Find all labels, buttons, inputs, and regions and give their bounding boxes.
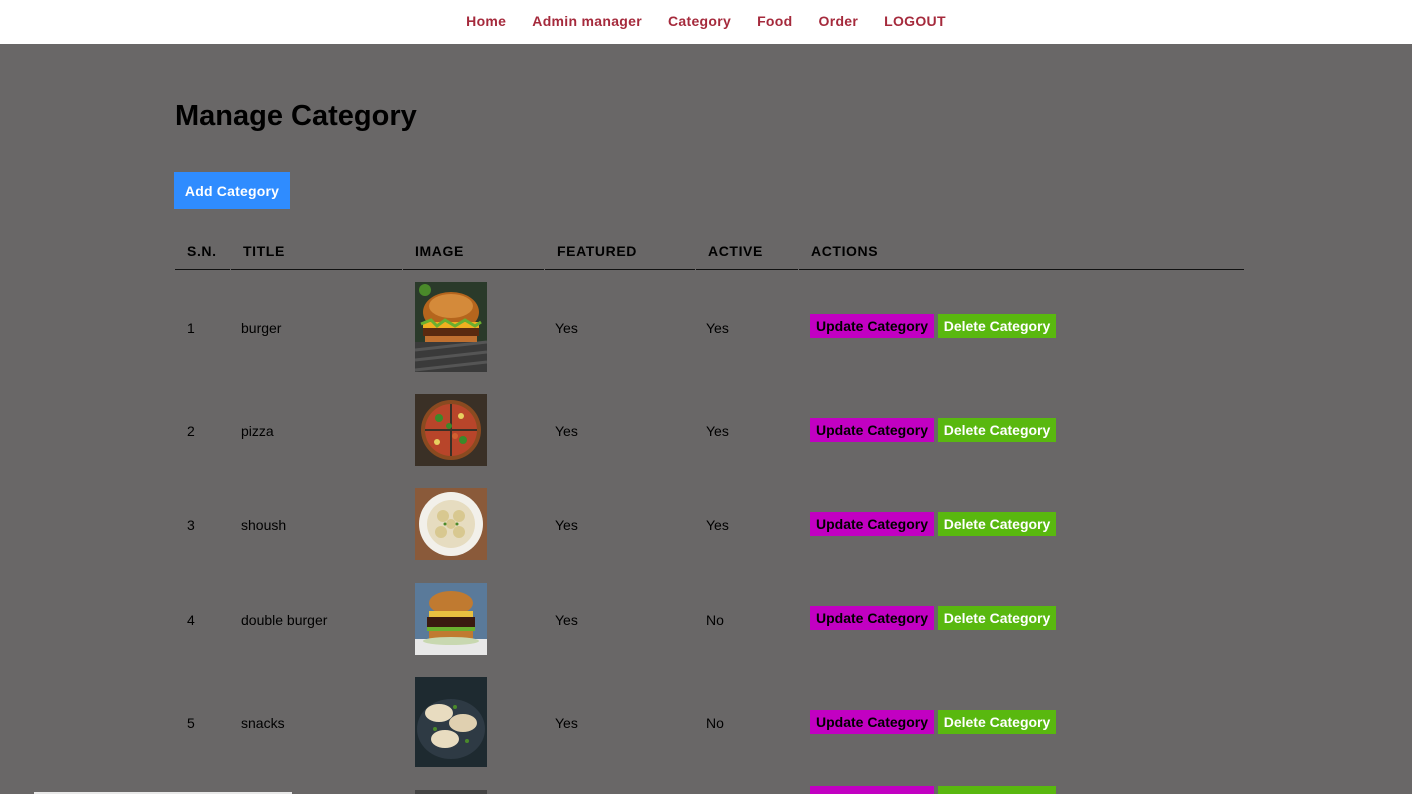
row-sn: 3 [187,517,195,533]
row-sn: 2 [187,423,195,439]
momo-snacks-image [415,677,487,767]
nav-food-link[interactable]: Food [757,13,792,29]
column-header-actions: ACTIONS [799,240,1244,270]
row-featured: Yes [555,320,578,336]
dumplings-plate-image [415,488,487,560]
column-header-image: IMAGE [403,240,544,270]
pizza-image [415,394,487,466]
delete-category-button[interactable]: Delete Category [938,710,1056,734]
row-sn: 5 [187,715,195,731]
table-row-partial [175,786,1244,794]
row-title: shoush [241,517,287,533]
update-category-button[interactable]: Update Category [810,710,934,734]
partial-update-button[interactable] [810,786,934,794]
row-active: No [706,612,724,628]
row-active: Yes [706,423,729,439]
nav-home-link[interactable]: Home [466,13,506,29]
row-sn: 4 [187,612,195,628]
delete-category-button[interactable]: Delete Category [938,512,1056,536]
table-header: S.N. TITLE IMAGE FEATURED ACTIVE ACTIONS [175,240,1244,270]
nav-admin-manager-link[interactable]: Admin manager [532,13,642,29]
row-featured: Yes [555,517,578,533]
row-featured: Yes [555,612,578,628]
partial-delete-button[interactable] [938,786,1056,794]
column-header-active: ACTIVE [696,240,798,270]
table-row: 4 double burger Yes No Update Category D… [175,583,1244,655]
nav-logout-link[interactable]: LOGOUT [884,13,946,29]
table-row: 5 snacks Yes No Update Category Delete C… [175,677,1244,767]
update-category-button[interactable]: Update Category [810,606,934,630]
row-featured: Yes [555,715,578,731]
row-sn: 1 [187,320,195,336]
row-title: snacks [241,715,285,731]
update-category-button[interactable]: Update Category [810,418,934,442]
page-title: Manage Category [175,100,417,132]
update-category-button[interactable]: Update Category [810,314,934,338]
nav-category-link[interactable]: Category [668,13,731,29]
burger-image [415,282,487,372]
add-category-button[interactable]: Add Category [174,172,290,209]
delete-category-button[interactable]: Delete Category [938,418,1056,442]
table-row: 3 shoush Yes Yes Update Category Delete … [175,488,1244,560]
column-header-title: TITLE [231,240,402,270]
top-navbar: Home Admin manager Category Food Order L… [0,0,1412,44]
column-header-sn: S.N. [175,240,230,270]
double-burger-image [415,583,487,655]
row-title: burger [241,320,282,336]
delete-category-button[interactable]: Delete Category [938,314,1056,338]
row-active: Yes [706,320,729,336]
row-active: No [706,715,724,731]
partial-image [415,790,487,794]
nav-order-link[interactable]: Order [819,13,859,29]
update-category-button[interactable]: Update Category [810,512,934,536]
column-header-featured: FEATURED [545,240,695,270]
row-featured: Yes [555,423,578,439]
delete-category-button[interactable]: Delete Category [938,606,1056,630]
row-title: double burger [241,612,328,628]
table-row: 2 pizza Yes Yes Update Category Delete C… [175,394,1244,466]
row-active: Yes [706,517,729,533]
row-title: pizza [241,423,274,439]
table-row: 1 burger Yes Yes Update Category Delete … [175,282,1244,372]
